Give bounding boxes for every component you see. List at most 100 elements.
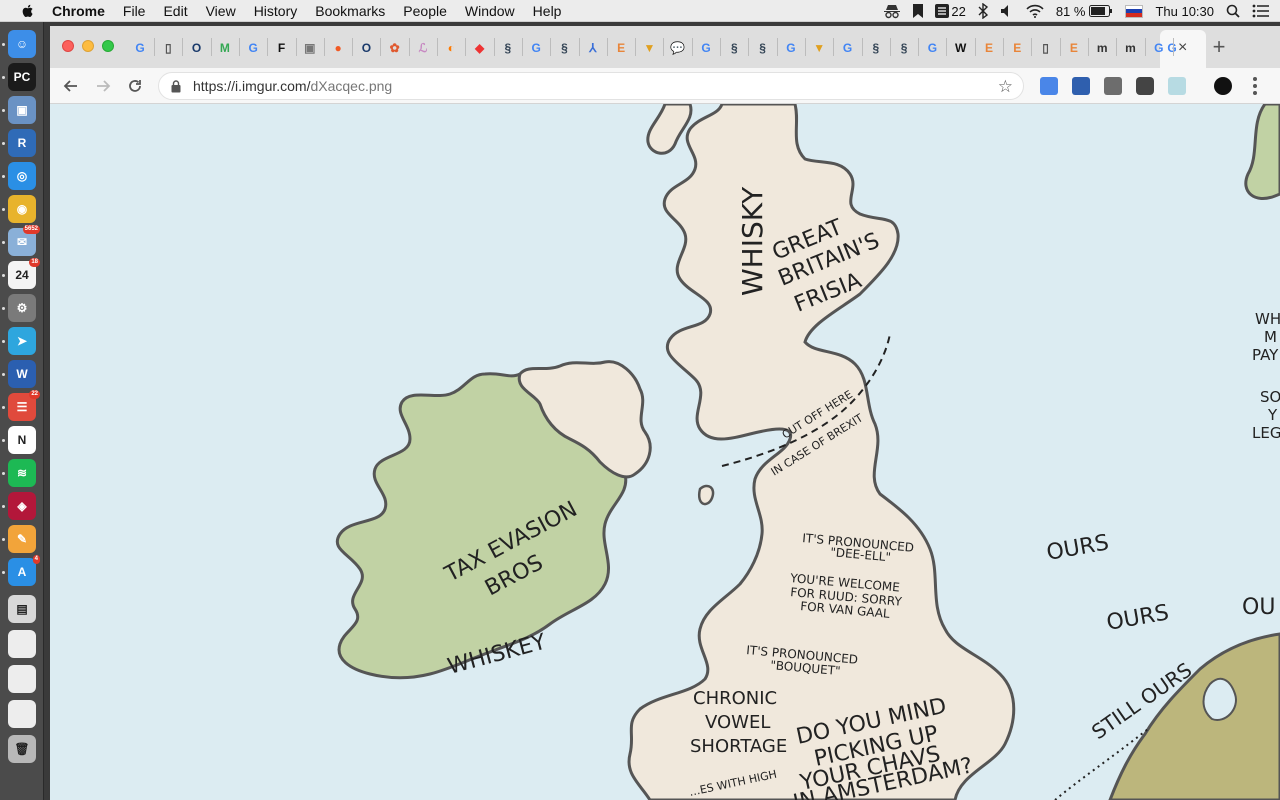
- tab-9[interactable]: O: [358, 40, 374, 56]
- tab-19[interactable]: ▼: [641, 40, 657, 56]
- dock-calendar-icon[interactable]: 24 18: [8, 258, 40, 289]
- dock-preview-icon[interactable]: ▣: [8, 96, 36, 124]
- dock-trash-icon[interactable]: 🗑: [8, 735, 36, 763]
- bookmark-star-icon[interactable]: ☆: [998, 77, 1013, 97]
- dock-mendeley-icon[interactable]: ◈: [8, 492, 36, 520]
- menu-file[interactable]: File: [123, 3, 146, 19]
- lock-icon[interactable]: [171, 80, 181, 93]
- volume-icon[interactable]: [1000, 4, 1014, 18]
- tab-37[interactable]: G: [1151, 40, 1167, 56]
- dock-telegram-icon[interactable]: ➤: [8, 327, 36, 355]
- dock-r-icon[interactable]: R: [8, 129, 36, 157]
- tab-22[interactable]: §: [726, 40, 742, 56]
- chrome-menu-icon[interactable]: [1252, 77, 1258, 95]
- dock-notion-icon[interactable]: N: [8, 426, 36, 454]
- tab-3[interactable]: O: [189, 40, 205, 56]
- tab-1[interactable]: G: [132, 40, 148, 56]
- dock-document-icon[interactable]: ▤: [8, 595, 36, 623]
- tab-15[interactable]: G: [528, 40, 544, 56]
- dock-spotify-icon[interactable]: ≋: [8, 459, 36, 487]
- clock[interactable]: Thu 10:30: [1155, 4, 1214, 19]
- tab-6[interactable]: F: [274, 40, 290, 56]
- tab-35[interactable]: m: [1094, 40, 1110, 56]
- pocket-icon[interactable]: [1136, 77, 1154, 95]
- apple-icon[interactable]: [20, 3, 36, 19]
- tab-7[interactable]: ▣: [302, 40, 318, 56]
- tab-18[interactable]: E: [613, 40, 629, 56]
- box-extension-icon[interactable]: [1104, 77, 1122, 95]
- url-text[interactable]: https://i.imgur.com/dXacqec.png: [193, 78, 392, 94]
- menu-window[interactable]: Window: [465, 3, 515, 19]
- incognito-icon[interactable]: [883, 3, 901, 19]
- tab-28[interactable]: §: [896, 40, 912, 56]
- tab-23[interactable]: §: [755, 40, 771, 56]
- profile-avatar[interactable]: [1214, 77, 1232, 95]
- dock-word-icon[interactable]: W: [8, 360, 36, 388]
- dock-app-store-icon[interactable]: A4: [8, 555, 40, 586]
- close-tab-button[interactable]: ×: [1178, 39, 1187, 57]
- google-translate-icon[interactable]: [1040, 77, 1058, 95]
- tab-2[interactable]: ▯: [160, 40, 176, 56]
- tab-11[interactable]: ℒ: [415, 40, 431, 56]
- tab-33[interactable]: ▯: [1038, 40, 1054, 56]
- tab-25[interactable]: ▼: [811, 40, 827, 56]
- address-bar[interactable]: https://i.imgur.com/dXacqec.png ☆: [158, 72, 1024, 100]
- menu-app-name[interactable]: Chrome: [52, 3, 105, 19]
- tab-26[interactable]: G: [840, 40, 856, 56]
- dock-pycharm-icon[interactable]: PC: [8, 63, 36, 91]
- tab-13[interactable]: ◆: [472, 40, 488, 56]
- reader-icon[interactable]: [1072, 77, 1090, 95]
- tab-16[interactable]: §: [557, 40, 573, 56]
- dock-todoist-icon[interactable]: ☰ 22: [8, 390, 40, 421]
- spotlight-search-icon[interactable]: [1226, 4, 1240, 18]
- dock-finder-icon[interactable]: ☺: [8, 30, 36, 58]
- extension-icon[interactable]: [1168, 77, 1186, 95]
- tab-10[interactable]: ✿: [387, 40, 403, 56]
- tab-32[interactable]: E: [1009, 40, 1025, 56]
- menu-view[interactable]: View: [206, 3, 236, 19]
- tab-5[interactable]: G: [245, 40, 261, 56]
- new-tab-button[interactable]: +: [1208, 36, 1230, 58]
- tab-31[interactable]: E: [981, 40, 997, 56]
- zoom-window-button[interactable]: [102, 40, 114, 52]
- back-button[interactable]: [60, 75, 82, 97]
- notification-center-icon[interactable]: [1252, 4, 1270, 18]
- tab-36[interactable]: m: [1123, 40, 1139, 56]
- bookmark-icon[interactable]: [913, 4, 924, 18]
- menu-history[interactable]: History: [254, 3, 298, 19]
- dock-safari-icon[interactable]: ◎: [8, 162, 36, 190]
- tab-12[interactable]: ◐: [443, 40, 459, 56]
- minimize-window-button[interactable]: [82, 40, 94, 52]
- battery-status[interactable]: 81 %: [1056, 4, 1114, 19]
- menu-help[interactable]: Help: [533, 3, 562, 19]
- tab-20[interactable]: 💬: [670, 40, 686, 56]
- menu-people[interactable]: People: [403, 3, 447, 19]
- close-window-button[interactable]: [62, 40, 74, 52]
- menu-bookmarks[interactable]: Bookmarks: [315, 3, 385, 19]
- dock-window-2-icon[interactable]: [8, 665, 36, 693]
- tab-active[interactable]: G ×: [1160, 30, 1206, 68]
- tab-34[interactable]: E: [1066, 40, 1082, 56]
- menu-edit[interactable]: Edit: [163, 3, 187, 19]
- input-source-flag-icon[interactable]: [1125, 4, 1144, 18]
- dock-pages-icon[interactable]: ✎: [8, 525, 36, 553]
- dock-window-3-icon[interactable]: [8, 700, 36, 728]
- forward-button[interactable]: [92, 75, 114, 97]
- dock-system-preferences-icon[interactable]: ⚙: [8, 294, 36, 322]
- wifi-icon[interactable]: [1026, 4, 1044, 18]
- dock-mail-preview-icon[interactable]: ✉ 5652: [8, 225, 40, 256]
- tab-29[interactable]: G: [924, 40, 940, 56]
- tab-24[interactable]: G: [783, 40, 799, 56]
- tab-21[interactable]: G: [698, 40, 714, 56]
- tab-27[interactable]: §: [868, 40, 884, 56]
- tab-14[interactable]: §: [500, 40, 516, 56]
- todoist-status[interactable]: 22: [935, 4, 966, 19]
- tab-30[interactable]: W: [953, 40, 969, 56]
- bluetooth-icon[interactable]: [978, 3, 988, 19]
- tab-8[interactable]: ●: [330, 40, 346, 56]
- tab-4[interactable]: M: [217, 40, 233, 56]
- dock-window-1-icon[interactable]: [8, 630, 36, 658]
- tab-17[interactable]: ⅄: [585, 40, 601, 56]
- dock-chrome-icon[interactable]: ◉: [8, 195, 36, 223]
- reload-button[interactable]: [124, 75, 146, 97]
